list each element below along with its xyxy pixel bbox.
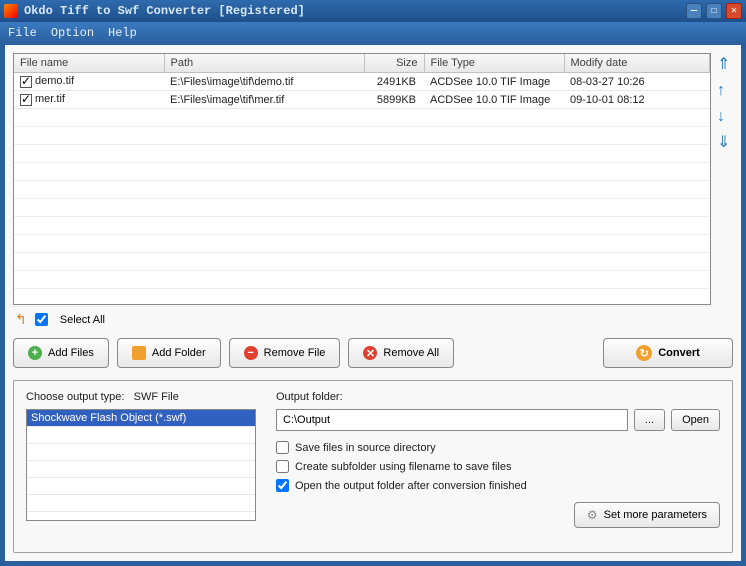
menu-option[interactable]: Option bbox=[51, 26, 94, 40]
content-area: File name Path Size File Type Modify dat… bbox=[4, 44, 742, 562]
reorder-arrows: ⇑ ↑ ↓ ⇓ bbox=[711, 53, 733, 305]
output-type-current: SWF File bbox=[134, 391, 179, 403]
open-after-label: Open the output folder after conversion … bbox=[295, 480, 527, 492]
minimize-button[interactable]: — bbox=[686, 3, 702, 19]
convert-button[interactable]: ↻ Convert bbox=[603, 338, 733, 368]
menu-help[interactable]: Help bbox=[108, 26, 137, 40]
save-source-label: Save files in source directory bbox=[295, 442, 436, 454]
move-down-icon[interactable]: ↓ bbox=[717, 109, 733, 125]
open-after-checkbox[interactable] bbox=[276, 479, 289, 492]
add-folder-button[interactable]: Add Folder bbox=[117, 338, 221, 368]
browse-button[interactable]: ... bbox=[634, 409, 665, 431]
remove-file-label: Remove File bbox=[264, 347, 326, 359]
table-row[interactable]: mer.tifE:\Files\image\tif\mer.tif5899KBA… bbox=[14, 91, 710, 109]
set-more-parameters-button[interactable]: ⚙ Set more parameters bbox=[574, 502, 720, 528]
select-all-label: Select All bbox=[60, 314, 105, 326]
col-type[interactable]: File Type bbox=[424, 54, 564, 73]
convert-label: Convert bbox=[658, 347, 700, 359]
create-subfolder-label: Create subfolder using filename to save … bbox=[295, 461, 511, 473]
output-type-list[interactable]: Shockwave Flash Object (*.swf) bbox=[26, 409, 256, 521]
create-subfolder-checkbox[interactable] bbox=[276, 460, 289, 473]
remove-all-icon: ✕ bbox=[363, 346, 377, 360]
output-folder-label: Output folder: bbox=[276, 391, 720, 403]
col-path[interactable]: Path bbox=[164, 54, 364, 73]
file-list[interactable]: File name Path Size File Type Modify dat… bbox=[13, 53, 711, 305]
remove-file-button[interactable]: − Remove File bbox=[229, 338, 341, 368]
move-bottom-icon[interactable]: ⇓ bbox=[717, 135, 733, 151]
output-folder-input[interactable] bbox=[276, 409, 628, 431]
up-level-icon[interactable]: ↰ bbox=[15, 311, 27, 328]
titlebar: Okdo Tiff to Swf Converter [Registered] … bbox=[0, 0, 746, 22]
folder-icon bbox=[132, 346, 146, 360]
select-all-checkbox[interactable] bbox=[35, 313, 48, 326]
output-type-label: Choose output type: bbox=[26, 391, 124, 403]
type-item-swf[interactable]: Shockwave Flash Object (*.swf) bbox=[27, 410, 255, 427]
menu-file[interactable]: File bbox=[8, 26, 37, 40]
move-up-icon[interactable]: ↑ bbox=[717, 83, 733, 99]
remove-all-label: Remove All bbox=[383, 347, 439, 359]
window-title: Okdo Tiff to Swf Converter [Registered] bbox=[24, 4, 305, 18]
minus-icon: − bbox=[244, 346, 258, 360]
col-filename[interactable]: File name bbox=[14, 54, 164, 73]
save-source-checkbox[interactable] bbox=[276, 441, 289, 454]
app-icon bbox=[4, 4, 18, 18]
open-folder-button[interactable]: Open bbox=[671, 409, 720, 431]
remove-all-button[interactable]: ✕ Remove All bbox=[348, 338, 454, 368]
menubar: File Option Help bbox=[0, 22, 746, 44]
table-row[interactable]: demo.tifE:\Files\image\tif\demo.tif2491K… bbox=[14, 73, 710, 91]
row-checkbox[interactable] bbox=[20, 76, 32, 88]
add-files-label: Add Files bbox=[48, 347, 94, 359]
maximize-button[interactable]: ☐ bbox=[706, 3, 722, 19]
convert-icon: ↻ bbox=[636, 345, 652, 361]
set-more-label: Set more parameters bbox=[604, 509, 707, 521]
move-top-icon[interactable]: ⇑ bbox=[717, 57, 733, 73]
close-button[interactable]: ✕ bbox=[726, 3, 742, 19]
row-checkbox[interactable] bbox=[20, 94, 32, 106]
col-size[interactable]: Size bbox=[364, 54, 424, 73]
add-files-button[interactable]: + Add Files bbox=[13, 338, 109, 368]
plus-icon: + bbox=[28, 346, 42, 360]
col-date[interactable]: Modify date bbox=[564, 54, 710, 73]
add-folder-label: Add Folder bbox=[152, 347, 206, 359]
output-panel: Choose output type: SWF File Shockwave F… bbox=[13, 380, 733, 553]
gear-icon: ⚙ bbox=[587, 508, 598, 522]
